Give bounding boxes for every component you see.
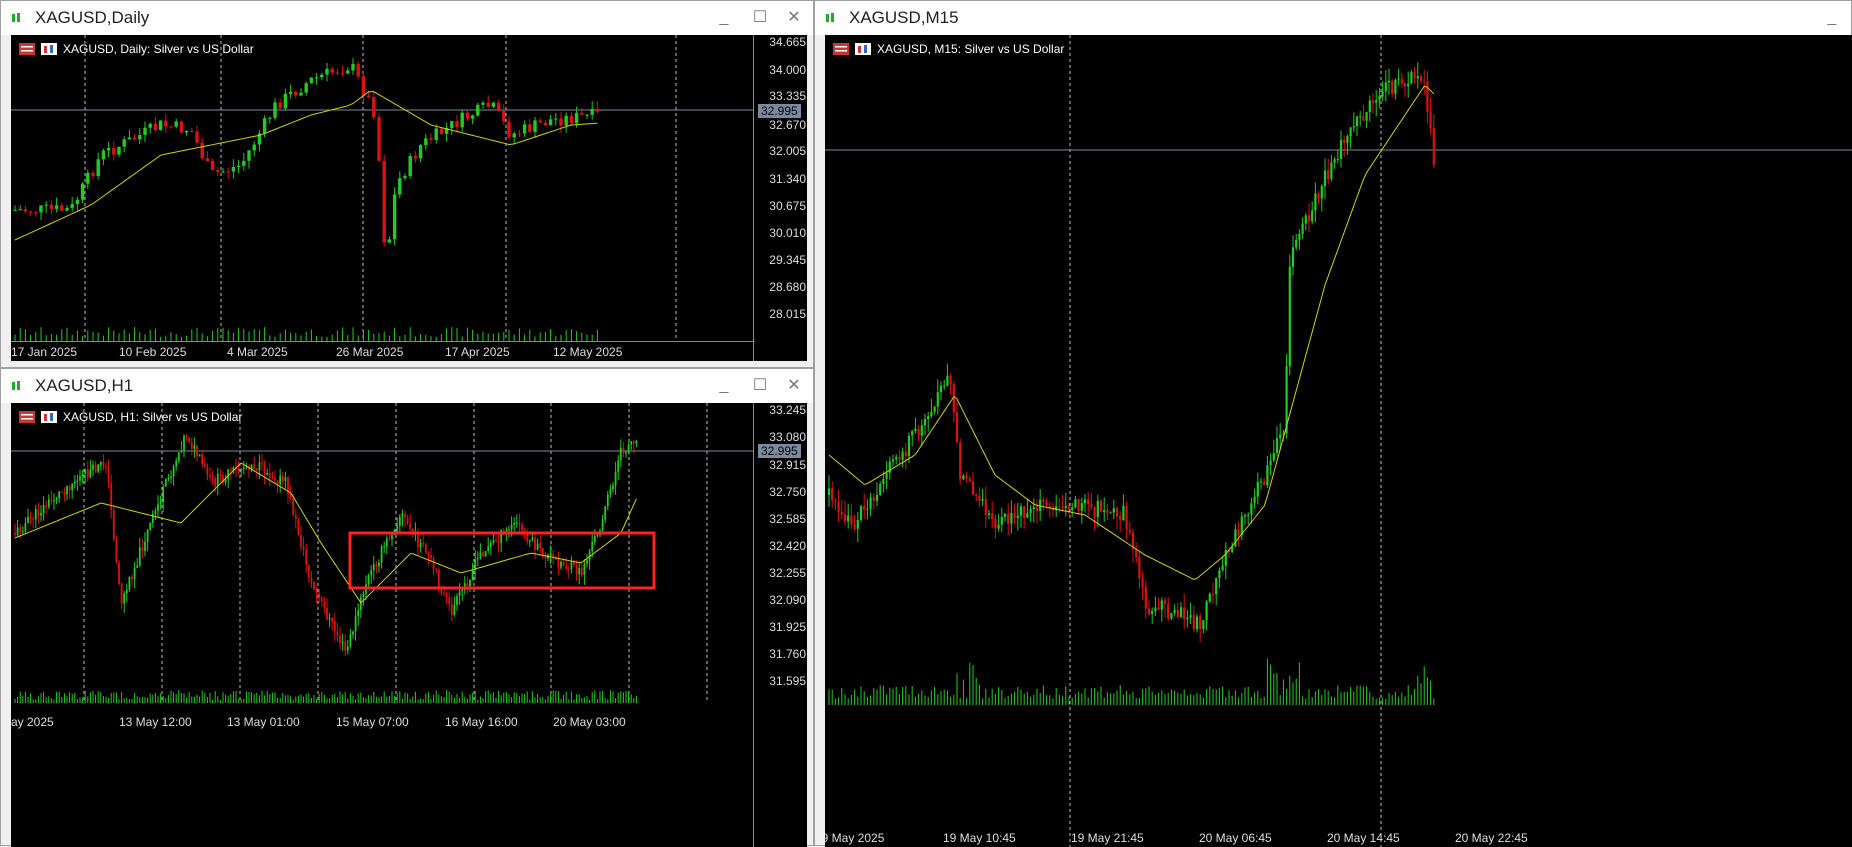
date-label: 10 Feb 2025	[119, 345, 187, 359]
minimize-icon[interactable]: _	[715, 9, 733, 27]
daily-price-scale[interactable]: 34.665 34.000 33.335 32.670 32.005 31.34…	[753, 35, 807, 361]
price-tick: 32.255	[769, 566, 806, 580]
date-label: 4 Mar 2025	[227, 345, 288, 359]
price-tick: 34.665	[769, 35, 806, 49]
chart-list-icon	[19, 43, 35, 55]
chart-header: XAGUSD, M15: Silver vs US Dollar	[833, 41, 1064, 57]
chart-list-icon	[833, 43, 849, 55]
price-tick: 31.925	[769, 620, 806, 634]
date-label: 13 May 01:00	[227, 715, 300, 729]
h1-titlebar[interactable]: XAGUSD,H1 _ ☐ ✕	[1, 369, 813, 403]
current-price-tag: 32.995	[758, 444, 801, 458]
chart-symbol-label: XAGUSD, H1: Silver vs US Dollar	[63, 410, 243, 424]
price-tick: 29.345	[769, 253, 806, 267]
price-tick: 32.090	[769, 593, 806, 607]
window-title: XAGUSD,H1	[35, 376, 134, 395]
date-label: 19 May 2025	[825, 831, 885, 845]
daily-time-axis[interactable]: 17 Jan 2025 10 Feb 2025 4 Mar 2025 26 Ma…	[11, 341, 753, 361]
close-icon[interactable]: ✕	[785, 377, 803, 395]
price-tick: 32.915	[769, 458, 806, 472]
chart-symbol-label: XAGUSD, Daily: Silver vs US Dollar	[63, 42, 254, 56]
date-label: 26 Mar 2025	[336, 345, 404, 359]
m15-time-axis[interactable]: 19 May 2025 19 May 10:45 19 May 21:45 20…	[825, 827, 1852, 847]
date-label: 17 Apr 2025	[445, 345, 510, 359]
chart-symbol-icon	[41, 411, 57, 423]
date-label: 17 Jan 2025	[11, 345, 78, 359]
price-tick: 33.245	[769, 403, 806, 417]
price-tick: 28.015	[769, 307, 806, 321]
date-label: 13 May 12:00	[119, 715, 192, 729]
price-tick: 31.595	[769, 674, 806, 688]
date-label: 16 May 16:00	[445, 715, 518, 729]
chart-app-icon	[12, 381, 20, 390]
chart-symbol-label: XAGUSD, M15: Silver vs US Dollar	[877, 42, 1065, 56]
price-tick: 31.760	[769, 647, 806, 661]
daily-titlebar[interactable]: XAGUSD,Daily _ ☐ ✕	[1, 1, 813, 35]
minimize-icon[interactable]: _	[715, 377, 733, 395]
date-label: 15 May 07:00	[336, 715, 409, 729]
price-tick: 32.670	[769, 118, 806, 132]
h1-time-axis[interactable]: 9 May 2025 13 May 12:00 13 May 01:00 15 …	[11, 703, 753, 729]
h1-price-scale[interactable]: 33.245 33.080 32.915 32.750 32.585 32.42…	[753, 403, 807, 847]
window-title: XAGUSD,M15	[849, 8, 959, 27]
date-label: 20 May 14:45	[1327, 831, 1400, 845]
m15-chart-area[interactable]: XAGUSD, M15: Silver vs US Dollar 19 May …	[825, 35, 1852, 847]
h1-chart-area[interactable]: XAGUSD, H1: Silver vs US Dollar 33.245 3…	[11, 403, 807, 847]
price-tick: 30.010	[769, 226, 806, 240]
date-label: 19 May 10:45	[943, 831, 1016, 845]
chart-app-icon	[826, 13, 834, 22]
h1-candles	[11, 403, 753, 703]
m15-chart-window[interactable]: XAGUSD,M15 _ XAGUSD, M15: Silver vs US D…	[814, 0, 1852, 847]
date-label: 19 May 21:45	[1071, 831, 1144, 845]
date-label: 9 May 2025	[11, 715, 54, 729]
daily-chart-window[interactable]: XAGUSD,Daily _ ☐ ✕ XAGUSD, Daily: Silver…	[0, 0, 814, 368]
chart-symbol-icon	[855, 43, 871, 55]
price-tick: 32.005	[769, 144, 806, 158]
minimize-icon[interactable]: _	[1823, 9, 1841, 27]
price-tick: 33.080	[769, 430, 806, 444]
date-label: 20 May 22:45	[1455, 831, 1528, 845]
chart-header: XAGUSD, Daily: Silver vs US Dollar	[19, 41, 254, 57]
price-tick: 32.750	[769, 485, 806, 499]
price-tick: 28.680	[769, 280, 806, 294]
chart-symbol-icon	[41, 43, 57, 55]
daily-chart-area[interactable]: XAGUSD, Daily: Silver vs US Dollar 34.66…	[11, 35, 807, 361]
window-title: XAGUSD,Daily	[35, 8, 150, 27]
date-label: 20 May 03:00	[553, 715, 626, 729]
h1-chart-window[interactable]: XAGUSD,H1 _ ☐ ✕ XAGUSD, H1: Silver vs US…	[0, 368, 814, 847]
price-tick: 31.340	[769, 172, 806, 186]
date-label: 12 May 2025	[553, 345, 623, 359]
current-price-tag: 32.995	[758, 104, 801, 118]
close-icon[interactable]: ✕	[785, 9, 803, 27]
chart-app-icon	[12, 13, 20, 22]
price-tick: 34.000	[769, 63, 806, 77]
date-label: 20 May 06:45	[1199, 831, 1272, 845]
m15-candles	[825, 35, 1852, 847]
chart-header: XAGUSD, H1: Silver vs US Dollar	[19, 409, 242, 425]
price-tick: 33.335	[769, 89, 806, 103]
maximize-icon[interactable]: ☐	[751, 9, 769, 27]
maximize-icon[interactable]: ☐	[751, 377, 769, 395]
daily-candles	[11, 35, 753, 341]
chart-list-icon	[19, 411, 35, 423]
price-tick: 32.585	[769, 512, 806, 526]
m15-titlebar[interactable]: XAGUSD,M15 _	[815, 1, 1851, 35]
price-tick: 30.675	[769, 199, 806, 213]
price-tick: 32.420	[769, 539, 806, 553]
